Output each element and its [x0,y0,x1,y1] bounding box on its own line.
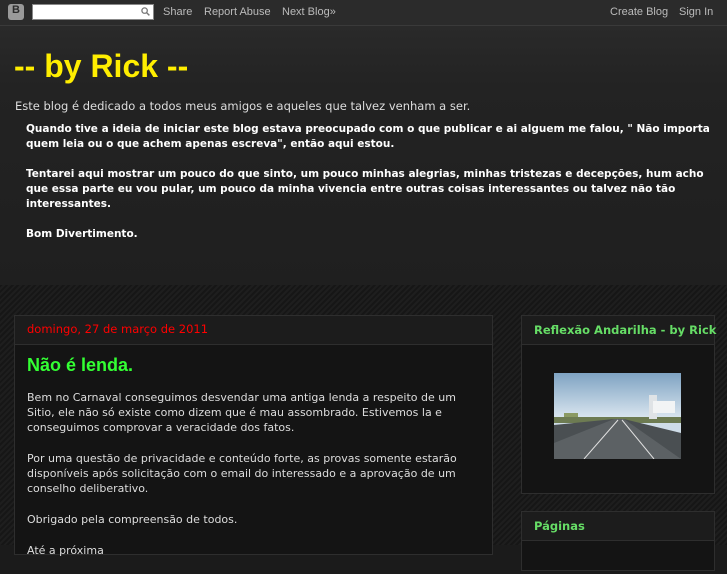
description-paragraph: Tentarei aqui mostrar um pouco do que si… [26,168,704,210]
sign-in-link[interactable]: Sign In [679,6,713,18]
post-date-bar: domingo, 27 de março de 2011 [15,316,492,345]
blog-description: Quando tive a ideia de iniciar este blog… [26,122,716,257]
navbar-search [32,4,154,24]
blog-header: -- by Rick -- Este blog é dedicado a tod… [0,26,727,285]
post-paragraph: Por uma questão de privacidade e conteúd… [27,452,457,495]
post-date: domingo, 27 de março de 2011 [27,322,209,336]
description-paragraph: Quando tive a ideia de iniciar este blog… [26,123,710,150]
road-photo-image[interactable] [554,373,681,459]
sidebar-widget-reflexao: Reflexão Andarilha - by Rick [521,315,717,494]
blog-tagline: Este blog é dedicado a todos meus amigos… [15,99,471,113]
search-icon[interactable] [141,7,150,16]
blogger-logo-icon[interactable] [8,4,24,20]
description-paragraph: Bom Divertimento. [26,228,138,240]
search-input[interactable] [33,10,139,24]
blog-post: domingo, 27 de março de 2011 Não é lenda… [14,315,493,557]
widget-header: Páginas [522,512,714,541]
blogger-navbar: Share Report Abuse Next Blog» Create Blo… [0,0,727,26]
post-paragraph: Até a próxima [27,544,104,557]
share-link[interactable]: Share [163,6,192,18]
next-blog-link[interactable]: Next Blog» [282,6,336,18]
widget-header: Reflexão Andarilha - by Rick [522,316,717,345]
sidebar-widget-paginas: Páginas [521,511,715,571]
post-title[interactable]: Não é lenda. [27,355,133,376]
post-paragraph: Obrigado pela compreensão de todos. [27,513,238,526]
post-paragraph: Bem no Carnaval conseguimos desvendar um… [27,391,456,434]
report-abuse-link[interactable]: Report Abuse [204,6,271,18]
create-blog-link[interactable]: Create Blog [610,6,668,18]
post-body: Bem no Carnaval conseguimos desvendar um… [27,390,479,574]
road-photo-graphic [554,373,681,459]
widget-title: Páginas [534,519,585,533]
blog-title[interactable]: -- by Rick -- [14,48,188,85]
widget-title: Reflexão Andarilha - by Rick [534,323,717,337]
